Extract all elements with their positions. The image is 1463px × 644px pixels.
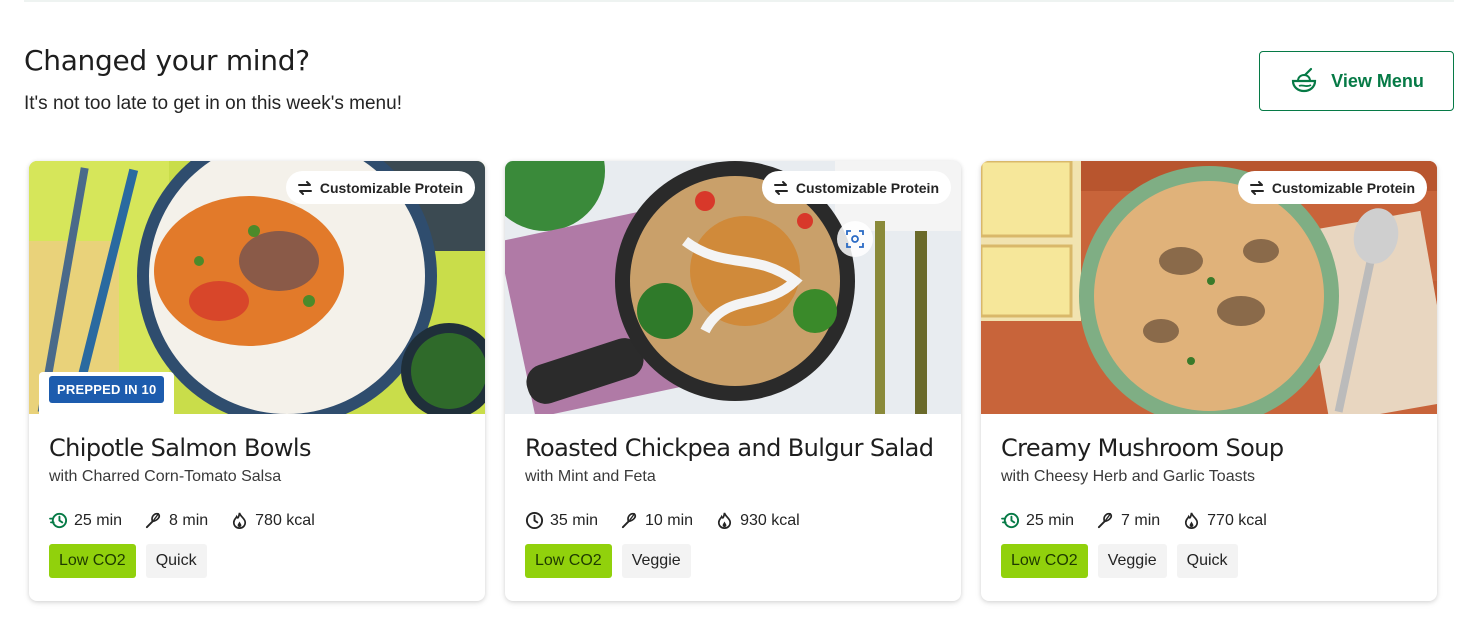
- recipe-info: Roasted Chickpea and Bulgur Salad with M…: [505, 414, 961, 578]
- recipe-card[interactable]: Customizable Protein Creamy Mushroom Sou…: [981, 161, 1437, 601]
- recipe-stats: 25 min 8 min 780 kcal: [49, 511, 465, 530]
- recipe-title[interactable]: Creamy Mushroom Soup: [1001, 434, 1417, 462]
- calories-value: 780 kcal: [255, 511, 315, 529]
- top-divider: [24, 0, 1454, 2]
- recipe-title[interactable]: Roasted Chickpea and Bulgur Salad: [525, 434, 941, 462]
- tag-low-co2: Low CO2: [525, 544, 612, 578]
- total-time: 35 min: [525, 511, 598, 530]
- tag-veggie: Veggie: [1097, 544, 1167, 578]
- time-value: 25 min: [1026, 511, 1075, 529]
- prep-time: 7 min: [1096, 511, 1160, 530]
- customizable-protein-badge: Customizable Protein: [761, 171, 951, 204]
- total-time: 25 min: [49, 511, 122, 530]
- recipe-stats: 35 min 10 min 930 kcal: [525, 511, 941, 530]
- flame-icon: [718, 512, 732, 529]
- quick-clock-icon: [1001, 512, 1020, 529]
- page-subtitle: It's not too late to get in on this week…: [24, 93, 402, 114]
- prepped-badge: PREPPED IN 10: [49, 376, 165, 403]
- tag-quick: Quick: [145, 544, 207, 578]
- recipe-image: Customizable Protein: [505, 161, 961, 414]
- time-value: 35 min: [550, 511, 599, 529]
- prep-value: 10 min: [645, 511, 694, 529]
- recipe-card[interactable]: Customizable Protein PREPPED IN 10 Chipo…: [29, 161, 485, 601]
- calories: 770 kcal: [1182, 511, 1267, 530]
- page-title: Changed your mind?: [24, 44, 310, 77]
- tag-low-co2: Low CO2: [1001, 544, 1088, 578]
- recipe-tags: Low CO2 Veggie: [525, 544, 941, 578]
- customizable-protein-badge: Customizable Protein: [285, 171, 475, 204]
- prep-time: 8 min: [144, 511, 208, 530]
- recipe-subtitle: with Charred Corn-Tomato Salsa: [49, 468, 282, 485]
- whisk-icon: [621, 512, 637, 529]
- section-header: Changed your mind? It's not too late to …: [24, 44, 402, 115]
- prepped-badge-container: PREPPED IN 10: [39, 372, 175, 414]
- badge-label: Customizable Protein: [795, 179, 939, 196]
- time-value: 25 min: [74, 511, 123, 529]
- prep-value: 7 min: [1121, 511, 1161, 529]
- bowl-icon: [1292, 67, 1317, 93]
- tag-veggie: Veggie: [621, 544, 691, 578]
- customizable-protein-badge: Customizable Protein: [1237, 171, 1427, 204]
- calories-value: 930 kcal: [740, 511, 800, 529]
- recipe-image: Customizable Protein PREPPED IN 10: [29, 161, 485, 414]
- recipe-info: Creamy Mushroom Soup with Cheesy Herb an…: [981, 414, 1437, 578]
- flame-icon: [1185, 512, 1199, 529]
- quick-clock-icon: [49, 512, 68, 529]
- prep-value: 8 min: [169, 511, 209, 529]
- recipe-tags: Low CO2 Quick: [49, 544, 465, 578]
- swap-icon: [773, 180, 788, 195]
- badge-label: Customizable Protein: [319, 179, 463, 196]
- swap-icon: [1249, 180, 1264, 195]
- calories: 780 kcal: [230, 511, 315, 530]
- recipe-info: Chipotle Salmon Bowls with Charred Corn-…: [29, 414, 485, 578]
- flame-icon: [233, 512, 247, 529]
- swap-icon: [297, 180, 312, 195]
- scan-icon[interactable]: [837, 221, 873, 257]
- recipe-subtitle: with Cheesy Herb and Garlic Toasts: [1001, 468, 1256, 485]
- recipe-subtitle: with Mint and Feta: [525, 468, 656, 485]
- calories: 930 kcal: [715, 511, 800, 530]
- calories-value: 770 kcal: [1207, 511, 1267, 529]
- view-menu-button[interactable]: View Menu: [1259, 51, 1454, 111]
- prep-time: 10 min: [620, 511, 693, 530]
- total-time: 25 min: [1001, 511, 1074, 530]
- clock-icon: [525, 511, 544, 530]
- recipe-title[interactable]: Chipotle Salmon Bowls: [49, 434, 465, 462]
- tag-quick: Quick: [1176, 544, 1238, 578]
- tag-low-co2: Low CO2: [49, 544, 136, 578]
- whisk-icon: [1097, 512, 1113, 529]
- recipe-card-list: Customizable Protein PREPPED IN 10 Chipo…: [29, 161, 1437, 601]
- whisk-icon: [145, 512, 161, 529]
- view-menu-label: View Menu: [1331, 70, 1424, 91]
- badge-label: Customizable Protein: [1271, 179, 1415, 196]
- recipe-tags: Low CO2 Veggie Quick: [1001, 544, 1417, 578]
- recipe-stats: 25 min 7 min 770 kcal: [1001, 511, 1417, 530]
- recipe-image: Customizable Protein: [981, 161, 1437, 414]
- recipe-card[interactable]: Customizable Protein Roasted Chickpea an…: [505, 161, 961, 601]
